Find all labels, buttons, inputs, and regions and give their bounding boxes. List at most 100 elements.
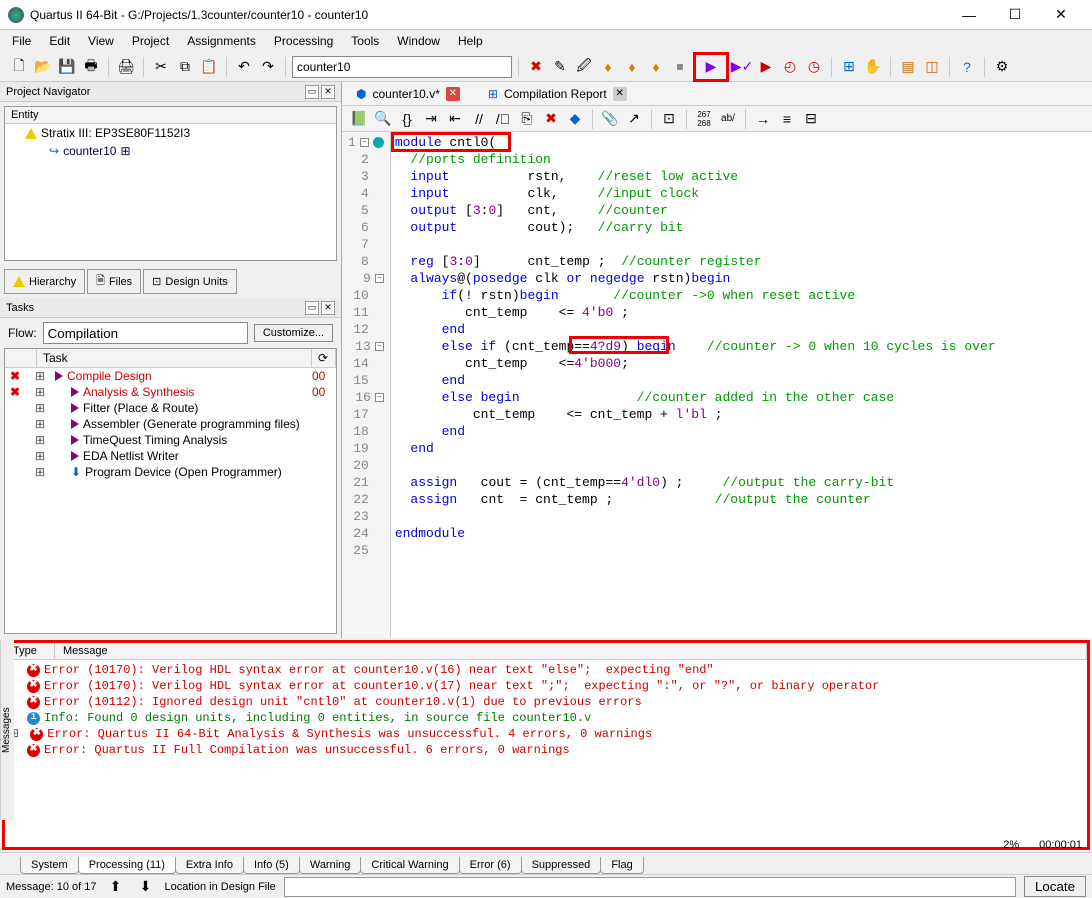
top-entity-node[interactable]: ↪ counter10 ⊞ — [5, 142, 336, 160]
msg-tab[interactable]: Flag — [600, 857, 643, 874]
message-row[interactable]: ✖ Error (10170): Verilog HDL syntax erro… — [9, 662, 1083, 678]
tasks-undock-icon[interactable]: ▭ — [305, 301, 319, 315]
check1-icon[interactable]: ♦ — [597, 56, 619, 78]
task-row[interactable]: ⊞ Fitter (Place & Route) — [5, 400, 336, 416]
wand-icon[interactable]: ✎ — [549, 56, 571, 78]
nav-icon[interactable]: ⊡ — [658, 108, 680, 130]
find-icon[interactable]: 🔍 — [372, 108, 394, 130]
check-icon[interactable]: ✖ — [540, 108, 562, 130]
pencil-icon[interactable]: 🖉 — [573, 56, 595, 78]
device-node[interactable]: Stratix III: EP3SE80F1152I3 — [5, 124, 336, 142]
editor-tab-report[interactable]: ⊞ Compilation Report ✕ — [478, 85, 637, 103]
arrow-icon[interactable]: → — [752, 108, 774, 130]
menu-help[interactable]: Help — [450, 32, 491, 50]
menu-assignments[interactable]: Assignments — [179, 32, 264, 50]
msg-tab[interactable]: Info (5) — [243, 857, 300, 874]
new-icon[interactable]: 🗋 — [8, 56, 30, 78]
check2-icon[interactable]: ◆ — [564, 108, 586, 130]
goto-icon[interactable]: ↗ — [623, 108, 645, 130]
close-button[interactable]: ✕ — [1038, 0, 1084, 30]
msg-tab[interactable]: Extra Info — [175, 857, 244, 874]
menu-window[interactable]: Window — [389, 32, 448, 50]
message-row[interactable]: i Info: Found 0 design units, including … — [9, 710, 1083, 726]
uncomment-icon[interactable]: /⃠ — [492, 108, 514, 130]
tab-close-icon[interactable]: ✕ — [446, 87, 460, 101]
report-icon[interactable]: ⊞ — [838, 56, 860, 78]
save-icon[interactable]: 💾 — [56, 56, 78, 78]
prog-icon[interactable]: ▤ — [897, 56, 919, 78]
msg-tab[interactable]: Critical Warning — [360, 857, 459, 874]
ab-icon[interactable]: ab/ — [717, 108, 739, 130]
msg-tab[interactable]: Error (6) — [459, 857, 522, 874]
msg-tab[interactable]: Processing (11) — [78, 857, 176, 874]
tab-files[interactable]: 🗎Files — [87, 269, 141, 294]
remove-icon[interactable]: ✖ — [525, 56, 547, 78]
location-field[interactable] — [284, 877, 1016, 897]
menu-edit[interactable]: Edit — [41, 32, 78, 50]
msg-tab[interactable]: Warning — [299, 857, 362, 874]
message-row[interactable]: ⊞ ✖ Error: Quartus II 64-Bit Analysis & … — [9, 726, 1083, 742]
task-row[interactable]: ✖⊞ Analysis & Synthesis00 — [5, 384, 336, 400]
tab-design-units[interactable]: ⊡Design Units — [143, 269, 237, 294]
menu-processing[interactable]: Processing — [266, 32, 341, 50]
menu-view[interactable]: View — [80, 32, 122, 50]
clock2-icon[interactable]: ◷ — [803, 56, 825, 78]
outdent-icon[interactable]: ⇤ — [444, 108, 466, 130]
menu-file[interactable]: File — [4, 32, 39, 50]
compile-check-icon[interactable]: ▶✓ — [731, 56, 753, 78]
pn-undock-icon[interactable]: ▭ — [305, 85, 319, 99]
editor-tab-source[interactable]: ⬢ counter10.v* ✕ — [346, 85, 470, 103]
stop-icon[interactable]: ⏹ — [669, 56, 691, 78]
undo-icon[interactable]: ↶ — [233, 56, 255, 78]
open-icon[interactable]: 📂 — [32, 56, 54, 78]
clock1-icon[interactable]: ◴ — [779, 56, 801, 78]
task-row[interactable]: ⊞ TimeQuest Timing Analysis — [5, 432, 336, 448]
message-row[interactable]: ✖ Error: Quartus II Full Compilation was… — [9, 742, 1083, 758]
locate-button[interactable]: Locate — [1024, 876, 1086, 897]
sim-icon[interactable]: ✋ — [862, 56, 884, 78]
message-row[interactable]: ✖ Error (10170): Verilog HDL syntax erro… — [9, 678, 1083, 694]
messages-list[interactable]: ✖ Error (10170): Verilog HDL syntax erro… — [5, 660, 1087, 847]
tab-hierarchy[interactable]: Hierarchy — [4, 269, 85, 294]
help-icon[interactable]: ? — [956, 56, 978, 78]
indent-icon[interactable]: ⇥ — [420, 108, 442, 130]
msg-tab[interactable]: Suppressed — [521, 857, 602, 874]
customize-button[interactable]: Customize... — [254, 324, 333, 342]
task-row[interactable]: ⊞ Assembler (Generate programming files) — [5, 416, 336, 432]
task-row[interactable]: ✖⊞ Compile Design00 — [5, 368, 336, 384]
maximize-button[interactable]: ☐ — [992, 0, 1038, 30]
tab-close-icon[interactable]: ✕ — [613, 87, 627, 101]
msg-down-icon[interactable]: ⬇ — [135, 876, 157, 898]
message-row[interactable]: ✖ Error (10112): Ignored design unit "cn… — [9, 694, 1083, 710]
wrap-icon[interactable]: ≡ — [776, 108, 798, 130]
check2-icon[interactable]: ♦ — [621, 56, 643, 78]
redo-icon[interactable]: ↷ — [257, 56, 279, 78]
tool-icon[interactable]: ⚙ — [991, 56, 1013, 78]
msg-up-icon[interactable]: ⬆ — [105, 876, 127, 898]
check3-icon[interactable]: ♦ — [645, 56, 667, 78]
pn-close-icon[interactable]: ✕ — [321, 85, 335, 99]
analysis-icon[interactable]: ▶ — [755, 56, 777, 78]
paste-icon[interactable]: 📋 — [198, 56, 220, 78]
template-icon[interactable]: ⎘ — [516, 108, 538, 130]
brace-icon[interactable]: {} — [396, 108, 418, 130]
bookmark-icon[interactable]: 📗 — [348, 108, 370, 130]
print-icon[interactable]: 🖨 — [115, 56, 137, 78]
flow-select[interactable] — [43, 322, 248, 344]
project-select[interactable] — [292, 56, 512, 78]
plan-icon[interactable]: ◫ — [921, 56, 943, 78]
menu-tools[interactable]: Tools — [343, 32, 387, 50]
copy-icon[interactable]: ⧉ — [174, 56, 196, 78]
task-row[interactable]: ⊞⬇ Program Device (Open Programmer) — [5, 464, 336, 480]
minimize-button[interactable]: — — [946, 0, 992, 30]
msg-tab[interactable]: System — [20, 857, 79, 874]
save-all-icon[interactable]: 🖶 — [80, 56, 102, 78]
attach-icon[interactable]: 📎 — [599, 108, 621, 130]
code-editor[interactable]: 1 − 2 3 4 5 6 7 8 9 −10 11 12 13 −14 15 … — [342, 132, 1092, 638]
line-num-icon[interactable]: 267268 — [693, 108, 715, 130]
tasks-close-icon[interactable]: ✕ — [321, 301, 335, 315]
compile-start-icon[interactable]: ▶ — [693, 52, 729, 82]
task-row[interactable]: ⊞ EDA Netlist Writer — [5, 448, 336, 464]
cut-icon[interactable]: ✂ — [150, 56, 172, 78]
collapse-icon[interactable]: ⊟ — [800, 108, 822, 130]
